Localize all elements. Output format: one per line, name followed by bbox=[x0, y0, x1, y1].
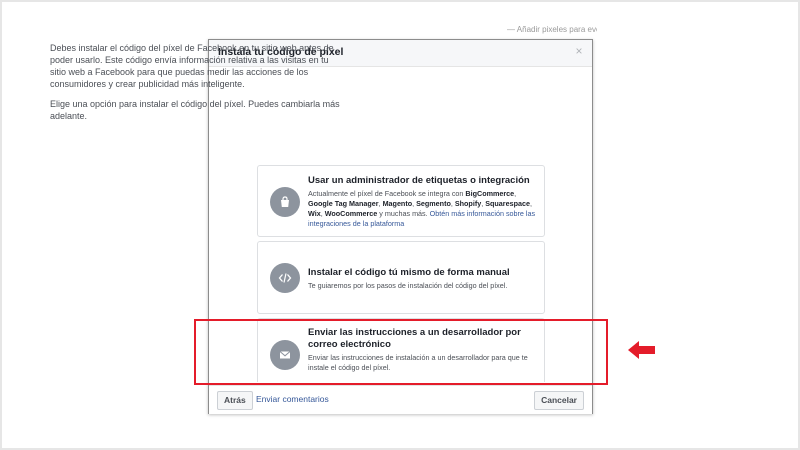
option-2-title: Instalar el código tú mismo de forma man… bbox=[308, 267, 510, 278]
close-icon[interactable]: × bbox=[572, 44, 586, 58]
cancel-button[interactable]: Cancelar bbox=[534, 391, 584, 410]
brand-segmento: Segmento bbox=[416, 199, 451, 208]
dialog-footer: Atrás Enviar comentarios Cancelar bbox=[209, 385, 592, 414]
option-2-description: Te guiaremos por los pasos de instalació… bbox=[308, 281, 508, 290]
arrow-left-icon bbox=[628, 341, 655, 359]
option-1-description: Actualmente el píxel de Facebook se inte… bbox=[308, 189, 536, 228]
option-email-developer[interactable]: Enviar las instrucciones a un desarrolla… bbox=[257, 318, 545, 382]
brand-magento: Magento bbox=[382, 199, 413, 208]
brand-woocommerce: WooCommerce bbox=[324, 209, 378, 218]
option-1-text: Usar un administrador de etiquetas o int… bbox=[308, 175, 536, 229]
option-tag-manager-integration[interactable]: Usar un administrador de etiquetas o int… bbox=[257, 165, 545, 237]
brand-squarespace: Squarespace bbox=[485, 199, 530, 208]
background-page-text: — Añadir pixeles para eventos bbox=[507, 25, 597, 34]
instruction-paragraph: Elige una opción para instalar el código… bbox=[50, 99, 340, 121]
shopping-bag-icon bbox=[270, 187, 300, 217]
brand-bigcommerce: BigCommerce bbox=[465, 189, 515, 198]
option-3-text: Enviar las instrucciones a un desarrolla… bbox=[308, 327, 536, 373]
back-button[interactable]: Atrás bbox=[217, 391, 253, 410]
brand-google-tag-manager: Google Tag Manager bbox=[308, 199, 379, 208]
option-1-desc-prefix: Actualmente el píxel de Facebook se inte… bbox=[308, 189, 466, 198]
option-3-title: Enviar las instrucciones a un desarrolla… bbox=[308, 327, 521, 350]
send-feedback-link[interactable]: Enviar comentarios bbox=[256, 394, 329, 404]
screenshot-frame: — Añadir pixeles para eventos Instala tu… bbox=[0, 0, 800, 450]
option-1-title: Usar un administrador de etiquetas o int… bbox=[308, 175, 530, 186]
option-3-description: Enviar las instrucciones de instalación … bbox=[308, 353, 528, 372]
envelope-icon bbox=[270, 340, 300, 370]
dialog-body: Debes instalar el código del píxel de Fa… bbox=[50, 42, 342, 130]
intro-paragraph: Debes instalar el código del píxel de Fa… bbox=[50, 43, 334, 89]
option-2-text: Instalar el código tú mismo de forma man… bbox=[308, 267, 536, 291]
option-1-desc-suffix: y muchas más. bbox=[377, 209, 430, 218]
code-icon bbox=[270, 263, 300, 293]
brand-wix: Wix bbox=[308, 209, 321, 218]
option-manual-install[interactable]: Instalar el código tú mismo de forma man… bbox=[257, 241, 545, 314]
brand-shopify: Shopify bbox=[454, 199, 482, 208]
